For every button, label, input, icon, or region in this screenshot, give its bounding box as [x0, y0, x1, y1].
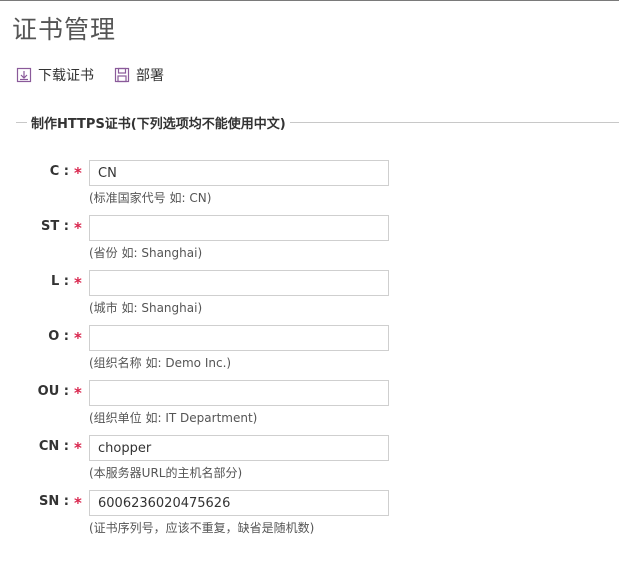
c-input[interactable] [89, 160, 389, 186]
field-row-sn: SN : * (证书序列号，应该不重复，缺省是随机数) [0, 490, 619, 540]
required-mark: * [74, 329, 82, 347]
o-input[interactable] [89, 325, 389, 351]
sn-input[interactable] [89, 490, 389, 516]
field-hint-cn: (本服务器URL的主机名部分) [89, 466, 243, 480]
page-title: 证书管理 [12, 15, 117, 44]
required-mark: * [74, 164, 82, 182]
field-hint-st: (省份 如: Shanghai) [89, 246, 203, 260]
form-legend: 制作HTTPS证书(下列选项均不能使用中文) [27, 113, 290, 132]
deploy-label: 部署 [136, 68, 164, 84]
top-border [0, 0, 619, 1]
deploy-button[interactable]: 部署 [114, 65, 164, 85]
required-mark: * [74, 219, 82, 237]
download-icon [16, 67, 32, 83]
st-input[interactable] [89, 215, 389, 241]
required-mark: * [74, 274, 82, 292]
field-row-ou: OU : * (组织单位 如: IT Department) [0, 380, 619, 430]
field-label-o: O : [48, 329, 69, 344]
field-hint-c: (标准国家代号 如: CN) [89, 191, 212, 205]
download-certificate-button[interactable]: 下载证书 [16, 65, 94, 85]
field-label-cn: CN : [38, 439, 69, 454]
field-row-st: ST : * (省份 如: Shanghai) [0, 215, 619, 265]
field-label-l: L : [50, 274, 69, 289]
field-row-cn: CN : * (本服务器URL的主机名部分) [0, 435, 619, 485]
save-icon [114, 67, 130, 83]
l-input[interactable] [89, 270, 389, 296]
field-hint-o: (组织名称 如: Demo Inc.) [89, 356, 232, 370]
field-row-c: C : * (标准国家代号 如: CN) [0, 160, 619, 210]
field-label-ou: OU : [37, 384, 69, 399]
field-hint-l: (城市 如: Shanghai) [89, 301, 203, 315]
field-label-c: C : [49, 164, 69, 179]
ou-input[interactable] [89, 380, 389, 406]
field-label-st: ST : [41, 219, 69, 234]
field-hint-sn: (证书序列号，应该不重复，缺省是随机数) [89, 521, 315, 535]
required-mark: * [74, 494, 82, 512]
field-row-o: O : * (组织名称 如: Demo Inc.) [0, 325, 619, 375]
required-mark: * [74, 384, 82, 402]
field-hint-ou: (组织单位 如: IT Department) [89, 411, 258, 425]
cn-input[interactable] [89, 435, 389, 461]
field-label-sn: SN : [39, 494, 69, 509]
field-row-l: L : * (城市 如: Shanghai) [0, 270, 619, 320]
toolbar: 下载证书 部署 [16, 64, 184, 86]
required-mark: * [74, 439, 82, 457]
download-certificate-label: 下载证书 [38, 68, 94, 84]
